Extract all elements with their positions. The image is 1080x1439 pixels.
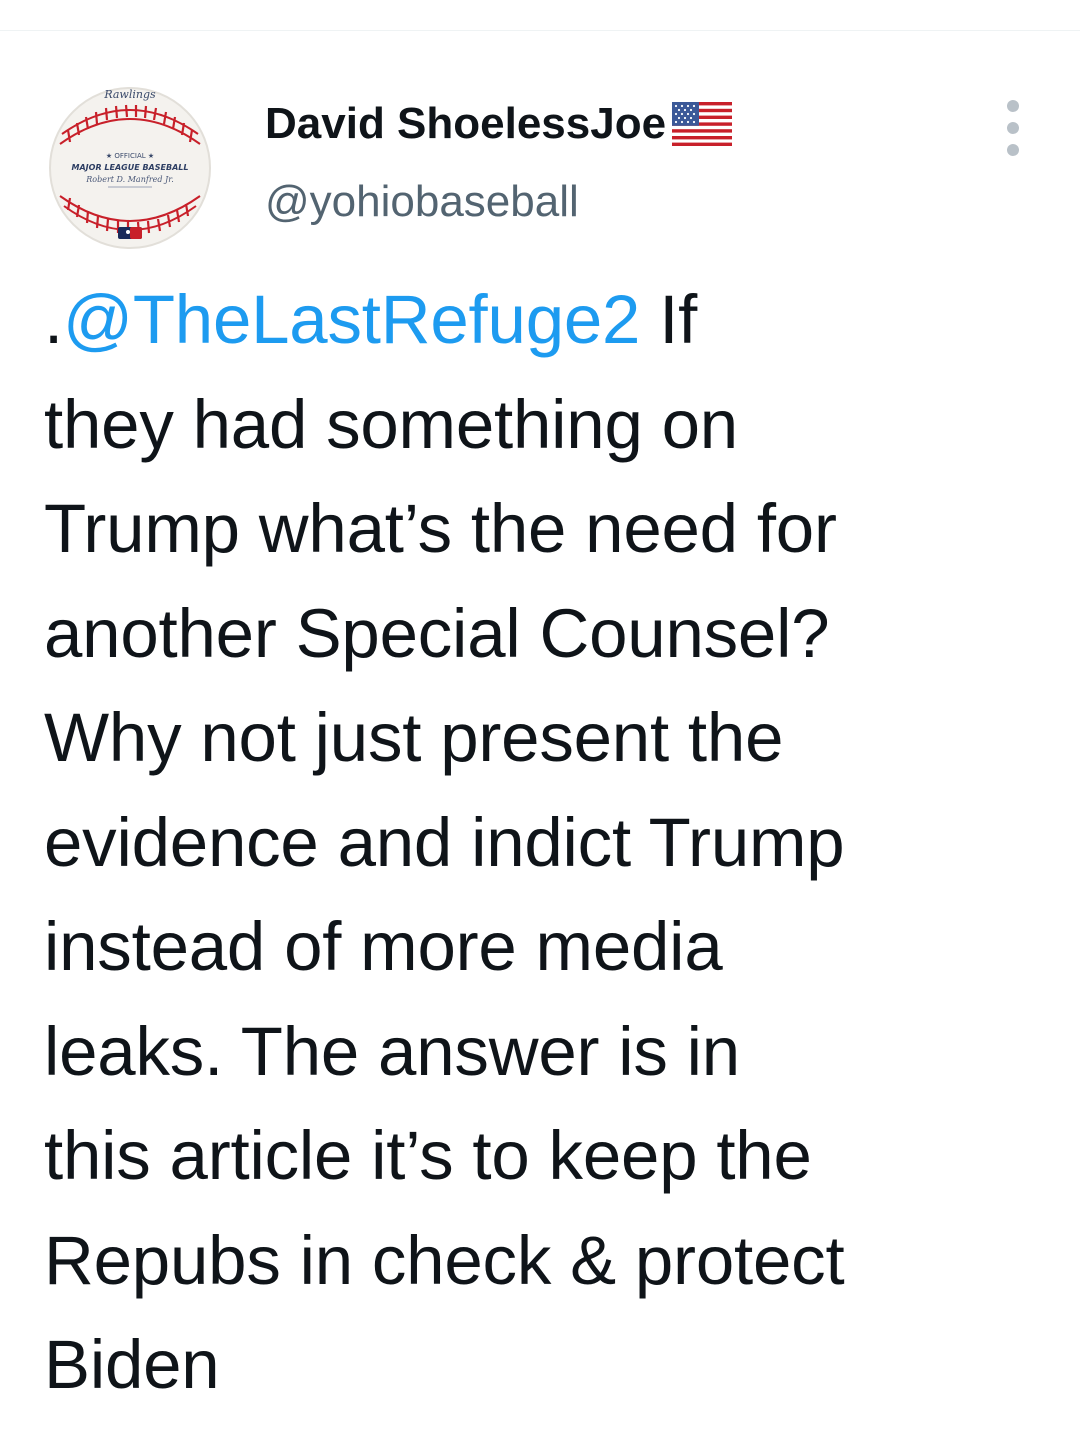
tweet-text: .@TheLastRefuge2 If they had something o… xyxy=(44,268,1044,1418)
more-dot xyxy=(1007,100,1019,112)
avatar-league-text: MAJOR LEAGUE BASEBALL xyxy=(72,163,189,172)
tweet-text-line: leaks. The answer is in xyxy=(44,1012,740,1090)
mention-link[interactable]: @TheLastRefuge2 xyxy=(63,281,640,358)
tweet-text-line: instead of more media xyxy=(44,908,723,985)
more-dot xyxy=(1007,122,1019,134)
tweet-text-line: Why not just present the xyxy=(44,699,784,776)
tweet-text-line: Repubs in check & protect xyxy=(44,1221,845,1299)
tweet-text-prefix: . xyxy=(44,281,63,358)
avatar-brand-text: Rawlings xyxy=(103,88,156,101)
more-options-icon[interactable] xyxy=(998,100,1028,156)
avatar-signature-text: Robert D. Manfred Jr. xyxy=(85,175,173,184)
tweet-text-line: this article it’s to keep the xyxy=(44,1117,812,1194)
avatar[interactable]: Rawlings ★ OFFICIAL ★ MAJOR LEAGUE BASEB… xyxy=(46,84,214,252)
author-handle[interactable]: @yohiobaseball xyxy=(265,174,579,230)
tweet-header: Rawlings ★ OFFICIAL ★ MAJOR LEAGUE BASEB… xyxy=(0,0,1080,270)
tweet-text-line: evidence and indict Trump xyxy=(44,803,845,881)
baseball-avatar-icon: Rawlings ★ OFFICIAL ★ MAJOR LEAGUE BASEB… xyxy=(49,87,211,249)
tweet-text-line: another Special Counsel? xyxy=(44,594,830,672)
author-name-row[interactable]: David ShoelessJoe xyxy=(265,96,733,152)
tweet-text-line: If xyxy=(640,281,698,358)
tweet-text-line: they had something on xyxy=(44,385,738,463)
us-flag-icon xyxy=(672,102,733,146)
tweet-text-line: Biden xyxy=(44,1326,220,1403)
tweet-text-line: Trump what’s the need for xyxy=(44,490,837,567)
avatar-official-text: ★ OFFICIAL ★ xyxy=(106,152,154,160)
author-display-name[interactable]: David ShoelessJoe xyxy=(265,96,666,152)
more-dot xyxy=(1007,144,1019,156)
